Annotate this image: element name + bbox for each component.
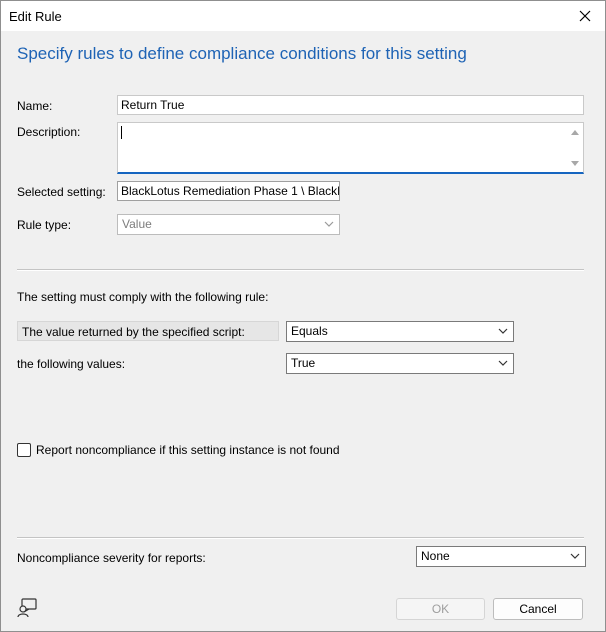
edit-rule-dialog: Edit Rule Specify rules to define compli… [0, 0, 606, 632]
description-textarea[interactable] [117, 122, 584, 174]
separator-highlight [17, 538, 584, 539]
close-icon [579, 10, 591, 22]
severity-label: Noncompliance severity for reports: [17, 551, 206, 565]
selected-setting-field[interactable]: BlackLotus Remediation Phase 1 \ BlackLo… [117, 181, 340, 201]
dialog-heading: Specify rules to define compliance condi… [17, 44, 467, 63]
scroll-down-icon[interactable] [570, 160, 580, 168]
ok-button[interactable]: OK [396, 598, 485, 620]
values-select[interactable]: True [286, 353, 514, 374]
operator-value: Equals [291, 324, 328, 338]
severity-select[interactable]: None [416, 546, 586, 567]
separator-highlight [17, 270, 584, 271]
chevron-down-icon [498, 328, 508, 334]
chevron-down-icon [570, 553, 580, 559]
name-label: Name: [17, 99, 53, 113]
script-value-label: The value returned by the specified scri… [17, 321, 279, 341]
report-noncompliance-checkbox[interactable] [17, 443, 31, 457]
close-button[interactable] [565, 1, 605, 31]
scroll-up-icon[interactable] [570, 128, 580, 136]
chevron-down-icon [324, 221, 334, 227]
severity-value: None [421, 549, 450, 563]
rule-type-select: Value [117, 214, 340, 235]
chevron-down-icon [498, 360, 508, 366]
title-bar: Edit Rule [1, 1, 605, 31]
following-values-label: the following values: [17, 357, 126, 371]
user-help-icon [17, 598, 37, 618]
name-input[interactable]: Return True [117, 95, 584, 115]
rule-type-value: Value [122, 217, 152, 231]
rule-type-label: Rule type: [17, 218, 72, 232]
report-noncompliance-label[interactable]: Report noncompliance if this setting ins… [36, 443, 340, 457]
values-value: True [291, 356, 316, 370]
rule-intro-text: The setting must comply with the followi… [17, 290, 269, 304]
help-button[interactable] [16, 597, 38, 619]
window-title: Edit Rule [9, 9, 62, 24]
selected-setting-label: Selected setting: [17, 185, 106, 199]
description-label: Description: [17, 125, 81, 139]
text-cursor [121, 126, 122, 140]
operator-select[interactable]: Equals [286, 321, 514, 342]
cancel-button[interactable]: Cancel [493, 598, 583, 620]
